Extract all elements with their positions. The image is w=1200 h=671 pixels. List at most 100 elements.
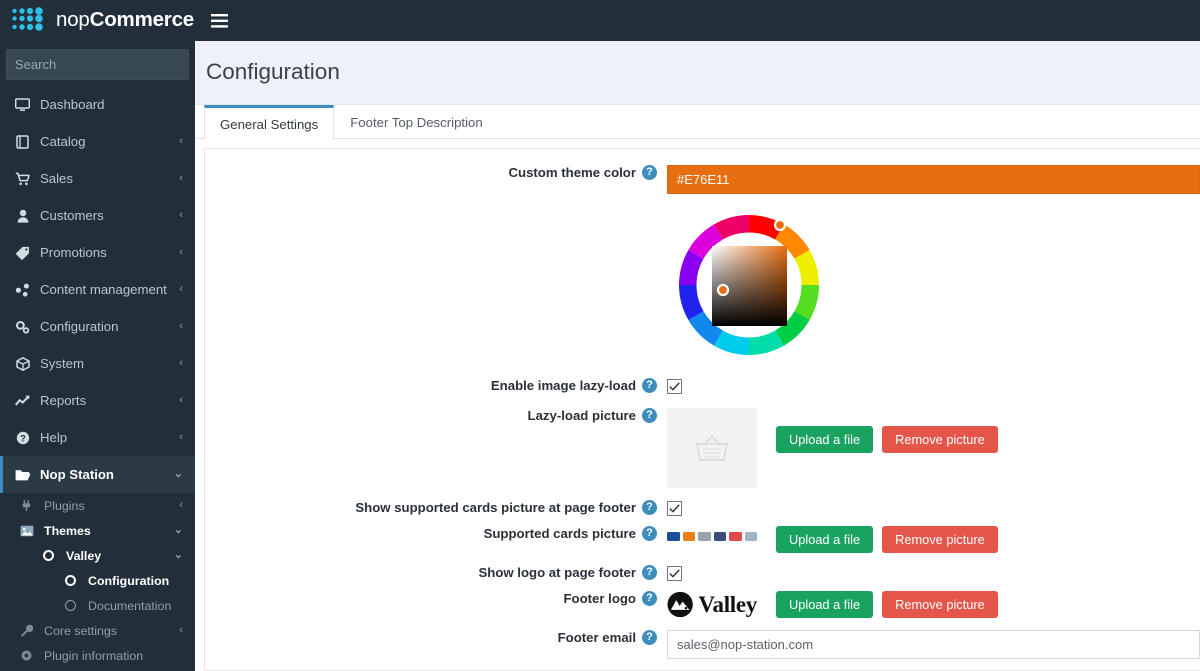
paypal-card-icon bbox=[744, 531, 757, 541]
upload-file-button-cards[interactable]: Upload a file bbox=[776, 526, 874, 553]
sidebar-item-nop-station[interactable]: Nop Station ⌄ bbox=[0, 456, 195, 493]
hamburger-icon[interactable] bbox=[195, 0, 243, 41]
hamburger-glyph bbox=[210, 13, 228, 28]
ctrl-lazy-load-picture: Upload a file Remove picture bbox=[667, 408, 1200, 488]
help-icon[interactable]: ? bbox=[642, 500, 657, 515]
brand-logo[interactable]: nopCommerce bbox=[0, 0, 195, 41]
sidebar-item-system[interactable]: System ‹ bbox=[0, 345, 195, 382]
footer-email-input[interactable]: sales@nop-station.com bbox=[667, 630, 1200, 659]
chevron: ‹ bbox=[179, 431, 183, 443]
cart-icon bbox=[14, 172, 31, 186]
help-icon[interactable]: ? bbox=[642, 591, 657, 606]
sidebar-item-catalog[interactable]: Catalog ‹ bbox=[0, 123, 195, 160]
footer-logo-text: Valley bbox=[698, 591, 757, 617]
sidebar-item-valley-documentation[interactable]: Documentation bbox=[0, 593, 195, 618]
page-header: Configuration bbox=[195, 41, 1200, 105]
cube-icon bbox=[14, 356, 31, 371]
sidebar-item-content-management[interactable]: Content management ‹ bbox=[0, 271, 195, 308]
sidebar-item-valley[interactable]: Valley ⌄ bbox=[0, 543, 195, 568]
maestro-card-icon bbox=[713, 531, 726, 541]
row-custom-theme-color: Custom theme color ? #E76E11 bbox=[205, 165, 1200, 366]
tab-footer-top-description[interactable]: Footer Top Description bbox=[334, 105, 498, 139]
label-text: Enable image lazy-load bbox=[490, 378, 636, 393]
sidebar-label: Catalog bbox=[40, 134, 86, 149]
sidebar-item-sales[interactable]: Sales ‹ bbox=[0, 160, 195, 197]
gears-icon bbox=[14, 320, 31, 334]
chevron: ‹ bbox=[179, 394, 183, 406]
checkbox-show-logo-footer[interactable] bbox=[667, 566, 682, 581]
user-icon bbox=[14, 209, 31, 223]
checkbox-show-supported-cards[interactable] bbox=[667, 501, 682, 516]
body-row: Dashboard Catalog ‹ Sales bbox=[0, 41, 1200, 671]
sidebar: Dashboard Catalog ‹ Sales bbox=[0, 41, 195, 671]
chevron: ‹ bbox=[179, 357, 183, 369]
discover-card-icon bbox=[729, 531, 742, 541]
search-box[interactable] bbox=[6, 49, 191, 80]
label-text: Custom theme color bbox=[508, 165, 637, 180]
help-icon[interactable]: ? bbox=[642, 165, 657, 180]
remove-picture-button-logo[interactable]: Remove picture bbox=[882, 591, 998, 618]
circle-icon bbox=[62, 600, 79, 611]
row-footer-email: Footer email ? sales@nop-station.com bbox=[205, 630, 1200, 659]
upload-file-button-logo[interactable]: Upload a file bbox=[776, 591, 874, 618]
chevron: ‹ bbox=[179, 209, 183, 221]
basket-placeholder-icon bbox=[696, 434, 728, 461]
brand-name-bold: Commerce bbox=[89, 8, 195, 32]
color-wheel-svg[interactable] bbox=[667, 209, 832, 361]
sidebar-label: Configuration bbox=[40, 319, 119, 334]
help-icon[interactable]: ? bbox=[642, 378, 657, 393]
circle-icon bbox=[40, 550, 57, 561]
book-icon bbox=[14, 134, 31, 149]
sidebar-item-help[interactable]: ? Help ‹ bbox=[0, 419, 195, 456]
plug-icon bbox=[18, 499, 35, 512]
sidebar-item-configuration[interactable]: Configuration ‹ bbox=[0, 308, 195, 345]
label-show-supported-cards: Show supported cards picture at page foo… bbox=[205, 500, 667, 515]
theme-color-input[interactable]: #E76E11 bbox=[667, 165, 1200, 194]
sidebar-item-dashboard[interactable]: Dashboard bbox=[0, 86, 195, 123]
payment-cards-strip bbox=[667, 526, 757, 546]
sidebar-item-customers[interactable]: Customers ‹ bbox=[0, 197, 195, 234]
footer-email-value: sales@nop-station.com bbox=[677, 637, 814, 652]
sidebar-item-core-settings[interactable]: Core settings ‹ bbox=[0, 618, 195, 643]
sidebar-label: Reports bbox=[40, 393, 87, 408]
sidebar-search-wrap bbox=[0, 41, 195, 86]
sidebar-nav: Dashboard Catalog ‹ Sales ‹ Customers ‹ … bbox=[0, 86, 195, 493]
upload-file-button-lazy[interactable]: Upload a file bbox=[776, 426, 874, 453]
sidebar-subnav: Plugins ‹ Themes ⌄ Valley ⌄ Configuratio… bbox=[0, 493, 195, 668]
brand-name: nopCommerce bbox=[56, 10, 194, 31]
label-lazy-load-picture: Lazy-load picture ? bbox=[205, 408, 667, 423]
help-icon[interactable]: ? bbox=[642, 408, 657, 423]
color-wheel-picker[interactable] bbox=[667, 209, 1200, 366]
label-enable-lazy-load: Enable image lazy-load ? bbox=[205, 378, 667, 393]
checkbox-enable-lazy-load[interactable] bbox=[667, 379, 682, 394]
sv-handle bbox=[716, 283, 730, 297]
sidebar-item-themes[interactable]: Themes ⌄ bbox=[0, 518, 195, 543]
sidebar-item-plugins[interactable]: Plugins ‹ bbox=[0, 493, 195, 518]
row-enable-lazy-load: Enable image lazy-load ? bbox=[205, 378, 1200, 396]
help-icon[interactable]: ? bbox=[642, 630, 657, 645]
help-icon[interactable]: ? bbox=[642, 565, 657, 580]
ctrl-enable-lazy-load bbox=[667, 378, 1200, 396]
sidebar-label: Documentation bbox=[88, 598, 172, 613]
sidebar-item-reports[interactable]: Reports ‹ bbox=[0, 382, 195, 419]
sidebar-item-valley-configuration[interactable]: Configuration bbox=[0, 568, 195, 593]
remove-picture-button-lazy[interactable]: Remove picture bbox=[882, 426, 998, 453]
chevron: ‹ bbox=[179, 499, 183, 511]
tab-label: General Settings bbox=[220, 116, 319, 132]
help-icon[interactable]: ? bbox=[642, 526, 657, 541]
search-input[interactable] bbox=[15, 57, 191, 72]
sidebar-item-plugin-information[interactable]: Plugin information bbox=[0, 643, 195, 668]
check-glyph bbox=[669, 504, 680, 513]
tab-general-settings[interactable]: General Settings bbox=[204, 105, 335, 140]
footer-logo-preview: Valley bbox=[667, 591, 757, 618]
label-text: Supported cards picture bbox=[483, 526, 636, 541]
mastercard-icon bbox=[682, 531, 695, 541]
sidebar-label: Sales bbox=[40, 171, 73, 186]
label-footer-logo: Footer logo ? bbox=[205, 591, 667, 606]
sidebar-label: Customers bbox=[40, 208, 104, 223]
row-supported-cards-picture: Supported cards picture ? Upload a file … bbox=[205, 526, 1200, 553]
chevron-down-icon: ⌄ bbox=[173, 549, 183, 561]
sidebar-item-promotions[interactable]: Promotions ‹ bbox=[0, 234, 195, 271]
remove-picture-button-cards[interactable]: Remove picture bbox=[882, 526, 998, 553]
label-text: Lazy-load picture bbox=[527, 408, 636, 423]
